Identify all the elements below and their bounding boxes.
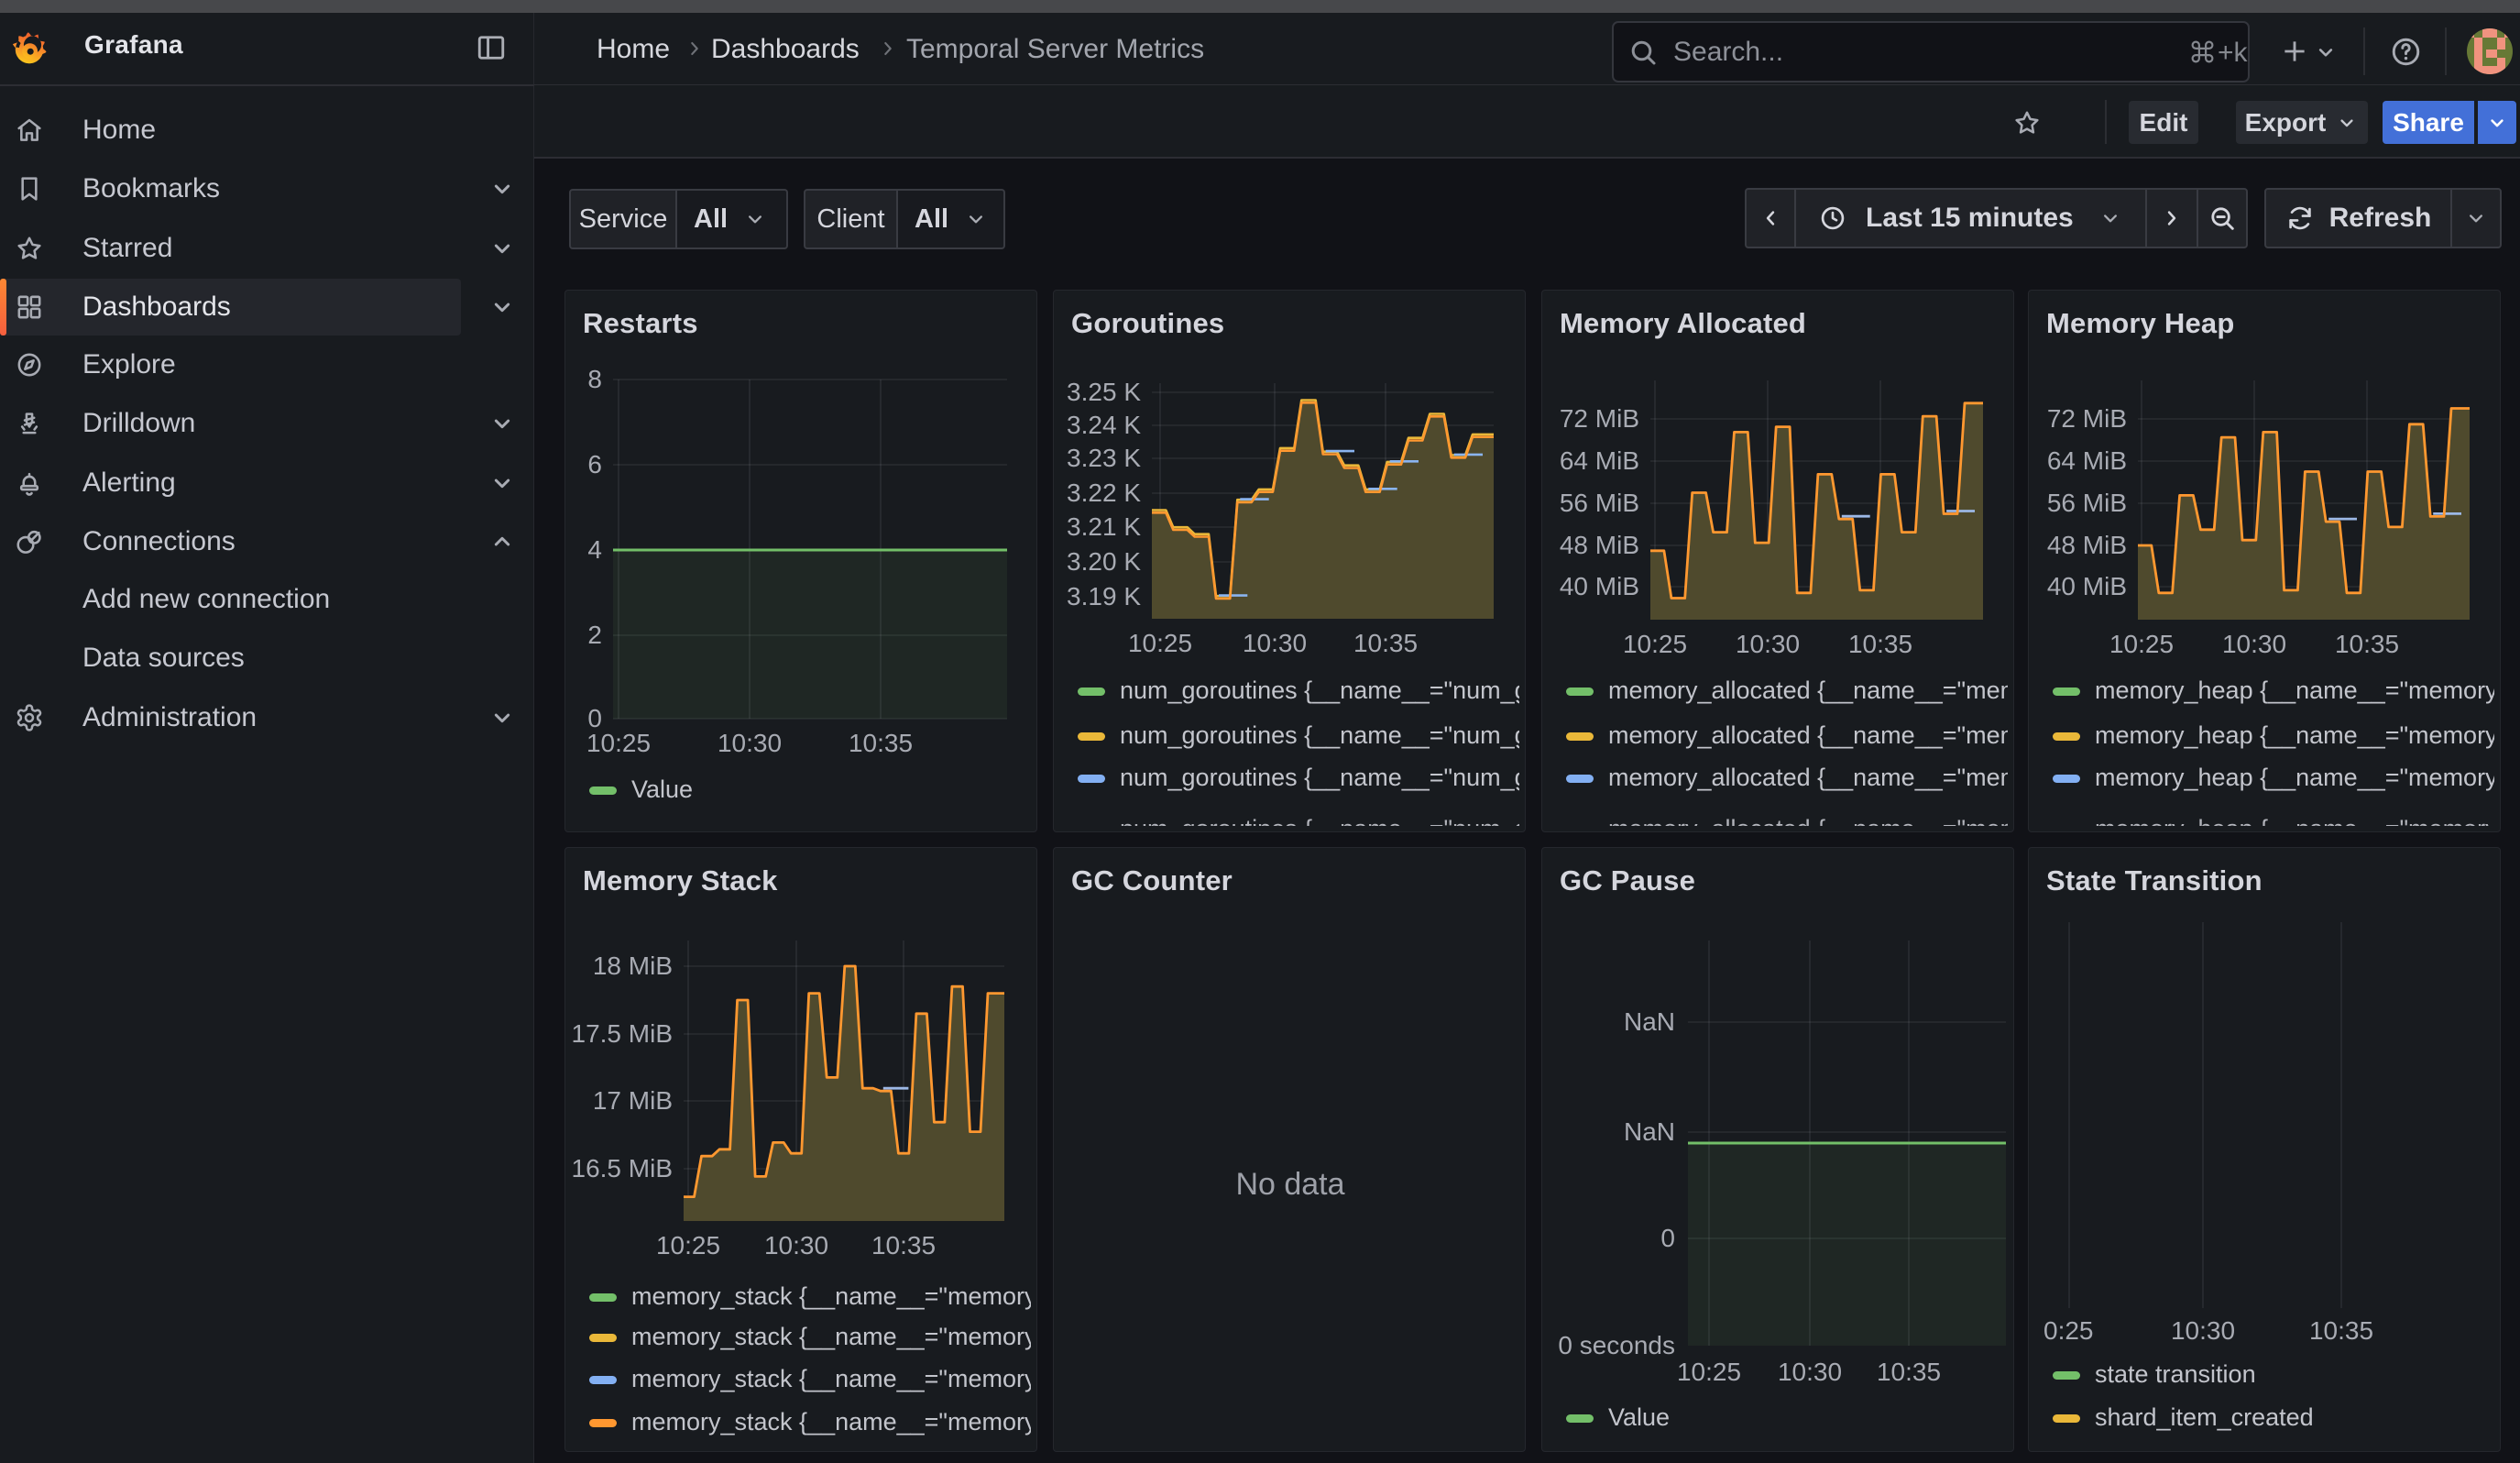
- svg-text:48 MiB: 48 MiB: [2047, 531, 2127, 559]
- svg-text:10:35: 10:35: [849, 729, 913, 757]
- svg-text:10:30: 10:30: [1243, 629, 1307, 657]
- svg-text:10:35: 10:35: [1848, 630, 1912, 658]
- svg-text:56 MiB: 56 MiB: [1560, 489, 1639, 517]
- svg-text:10:30: 10:30: [2222, 630, 2286, 658]
- svg-text:40 MiB: 40 MiB: [2047, 572, 2127, 600]
- svg-text:17 MiB: 17 MiB: [593, 1086, 673, 1115]
- svg-text:10:30: 10:30: [1736, 630, 1800, 658]
- svg-text:10:35: 10:35: [2335, 630, 2399, 658]
- svg-text:64 MiB: 64 MiB: [2047, 446, 2127, 475]
- svg-text:10:25: 10:25: [1677, 1358, 1741, 1386]
- svg-text:10:35: 10:35: [2309, 1316, 2373, 1345]
- svg-text:10:25: 10:25: [656, 1231, 720, 1260]
- svg-text:40 MiB: 40 MiB: [1560, 572, 1639, 600]
- svg-text:10:35: 10:35: [1353, 629, 1418, 657]
- svg-text:48 MiB: 48 MiB: [1560, 531, 1639, 559]
- svg-text:0: 0: [1660, 1224, 1675, 1252]
- svg-text:72 MiB: 72 MiB: [2047, 404, 2127, 433]
- svg-text:10:25: 10:25: [1128, 629, 1192, 657]
- svg-text:3.22 K: 3.22 K: [1067, 478, 1141, 507]
- svg-text:3.24 K: 3.24 K: [1067, 411, 1141, 439]
- svg-text:10:25: 10:25: [586, 729, 651, 757]
- svg-text:18 MiB: 18 MiB: [593, 952, 673, 980]
- svg-text:3.21 K: 3.21 K: [1067, 512, 1141, 541]
- svg-text:3.20 K: 3.20 K: [1067, 547, 1141, 576]
- svg-text:10:25: 10:25: [2109, 630, 2174, 658]
- svg-text:0:25: 0:25: [2043, 1316, 2094, 1345]
- svg-text:10:25: 10:25: [1623, 630, 1687, 658]
- svg-text:56 MiB: 56 MiB: [2047, 489, 2127, 517]
- svg-text:3.19 K: 3.19 K: [1067, 582, 1141, 610]
- svg-text:10:30: 10:30: [2171, 1316, 2235, 1345]
- svg-text:0 seconds: 0 seconds: [1558, 1331, 1675, 1359]
- svg-text:16.5 MiB: 16.5 MiB: [572, 1154, 674, 1182]
- svg-text:8: 8: [587, 365, 602, 393]
- svg-text:NaN: NaN: [1624, 1007, 1675, 1036]
- svg-text:NaN: NaN: [1624, 1117, 1675, 1146]
- svg-text:3.25 K: 3.25 K: [1067, 378, 1141, 406]
- svg-text:3.23 K: 3.23 K: [1067, 444, 1141, 472]
- svg-text:64 MiB: 64 MiB: [1560, 446, 1639, 475]
- svg-text:6: 6: [587, 450, 602, 478]
- svg-text:10:35: 10:35: [871, 1231, 936, 1260]
- svg-text:72 MiB: 72 MiB: [1560, 404, 1639, 433]
- svg-text:10:30: 10:30: [1778, 1358, 1842, 1386]
- svg-text:4: 4: [587, 535, 602, 564]
- svg-text:10:35: 10:35: [1877, 1358, 1941, 1386]
- svg-text:2: 2: [587, 621, 602, 649]
- svg-text:17.5 MiB: 17.5 MiB: [572, 1019, 674, 1048]
- svg-text:10:30: 10:30: [718, 729, 782, 757]
- svg-text:10:30: 10:30: [764, 1231, 828, 1260]
